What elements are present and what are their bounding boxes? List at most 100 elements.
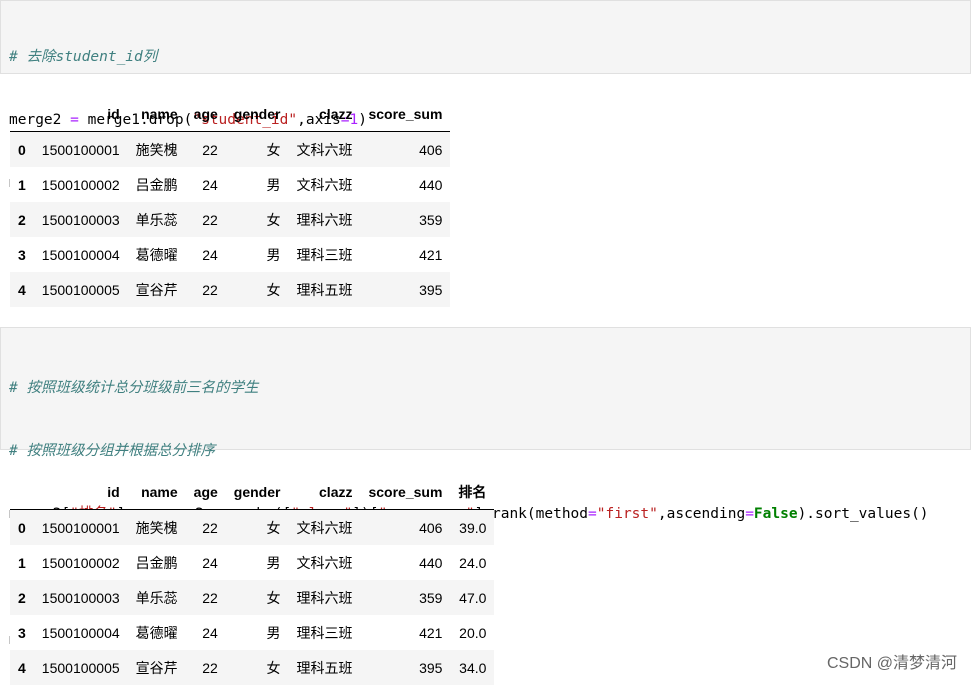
- table-cell: 葛德曜: [135, 624, 178, 641]
- table-row: 2 1500100003 单乐蕊 22 女理科六班 359: [10, 202, 451, 237]
- table-row: 0 1500100001 施笑槐 22 女文科六班 406 39.0: [10, 509, 495, 545]
- table-cell: 24: [202, 554, 218, 571]
- table-cell: 女: [266, 519, 281, 536]
- table-cell: 男: [266, 554, 281, 571]
- code-comment: # 按照班级统计总分班级前三名的学生: [9, 380, 259, 396]
- column-header: 排名: [450, 474, 495, 510]
- table-cell: 34.0: [459, 659, 487, 676]
- table-cell: 理科六班: [296, 211, 353, 228]
- table-cell: 男: [266, 624, 281, 641]
- table-cell: 39.0: [459, 519, 487, 536]
- table-cell: 20.0: [459, 624, 487, 641]
- table-cell: 文科六班: [296, 141, 353, 158]
- table-cell: 施笑槐: [135, 519, 178, 536]
- table-cell: 1500100003: [41, 211, 120, 228]
- table-cell: 单乐蕊: [135, 211, 178, 228]
- table-cell: 406: [419, 141, 443, 158]
- table-cell: 24: [202, 176, 218, 193]
- code-comment: # 去除student_id列: [9, 49, 158, 65]
- column-header: [10, 96, 34, 132]
- table-cell: 单乐蕊: [135, 589, 178, 606]
- table-cell: 葛德曜: [135, 246, 178, 263]
- code-operator: =: [745, 506, 754, 522]
- code-cell-2[interactable]: # 按照班级统计总分班级前三名的学生 # 按照班级分组并根据总分排序 merge…: [0, 327, 971, 648]
- table-cell: 22: [202, 281, 218, 298]
- row-index: 3: [18, 246, 26, 263]
- code-token: ,ascending: [657, 506, 746, 522]
- table-cell: 宣谷芹: [135, 659, 178, 676]
- table-row: 2 1500100003 单乐蕊 22 女理科六班 359 47.0: [10, 580, 495, 615]
- table-cell: 22: [202, 589, 218, 606]
- table-cell: 理科六班: [296, 589, 353, 606]
- code-token: ).sort_values(): [797, 506, 929, 522]
- table-cell: 24: [202, 246, 218, 263]
- table-row: 1 1500100002 吕金鹏 24 男文科六班 440: [10, 167, 451, 202]
- row-index: 0: [18, 519, 26, 536]
- column-header: age: [185, 474, 226, 510]
- table-cell: 吕金鹏: [135, 176, 178, 193]
- table-cell: 440: [419, 176, 443, 193]
- table-cell: 理科三班: [296, 246, 353, 263]
- table-cell: 理科五班: [296, 281, 353, 298]
- table-cell: 男: [266, 176, 281, 193]
- column-header: name: [127, 96, 186, 132]
- table-cell: 文科六班: [296, 519, 353, 536]
- table-header-row: id name age gender clazz score_sum 排名: [10, 474, 495, 510]
- table-cell: 女: [266, 659, 281, 676]
- table-cell: 47.0: [459, 589, 487, 606]
- table-cell: 22: [202, 141, 218, 158]
- table-cell: 1500100002: [41, 176, 120, 193]
- table-cell: 440: [419, 554, 443, 571]
- table-row: 4 1500100005 宣谷芹 22 女理科五班 395: [10, 272, 451, 307]
- column-header: score_sum: [360, 96, 451, 132]
- column-header: age: [185, 96, 226, 132]
- table-cell: 1500100004: [41, 624, 120, 641]
- code-line: # 按照班级统计总分班级前三名的学生: [9, 378, 970, 399]
- table-cell: 22: [202, 211, 218, 228]
- table-cell: 女: [266, 589, 281, 606]
- table-cell: 406: [419, 519, 443, 536]
- table-cell: 1500100004: [41, 246, 120, 263]
- dataframe-output-2: id name age gender clazz score_sum 排名 0 1500100…: [10, 474, 495, 685]
- table-cell: 女: [266, 281, 281, 298]
- column-header: clazz: [288, 474, 361, 510]
- table-row: 3 1500100004 葛德曜 24 男理科三班 421: [10, 237, 451, 272]
- code-keyword: False: [753, 506, 798, 522]
- column-header: id: [33, 96, 128, 132]
- column-header: name: [127, 474, 186, 510]
- table-cell: 文科六班: [296, 554, 353, 571]
- dataframe-output-1: id name age gender clazz score_sum 0 150010000…: [10, 96, 451, 307]
- table-cell: 395: [419, 281, 443, 298]
- code-string: "first": [596, 506, 658, 522]
- table-cell: 理科三班: [296, 624, 353, 641]
- code-operator: =: [588, 506, 597, 522]
- table-cell: 1500100002: [41, 554, 120, 571]
- row-index: 0: [18, 141, 26, 158]
- table-cell: 女: [266, 141, 281, 158]
- table-cell: 文科六班: [296, 176, 353, 193]
- table-cell: 22: [202, 519, 218, 536]
- row-index: 3: [18, 624, 26, 641]
- code-line: # 去除student_id列: [9, 47, 970, 68]
- column-header: gender: [225, 474, 289, 510]
- table-row: 0 1500100001 施笑槐 22 女文科六班 406: [10, 131, 451, 167]
- csdn-watermark: CSDN @清梦清河: [826, 655, 957, 672]
- column-header: [10, 474, 34, 510]
- table-cell: 1500100005: [41, 659, 120, 676]
- column-header: score_sum: [360, 474, 451, 510]
- row-index: 1: [18, 554, 26, 571]
- table-cell: 施笑槐: [135, 141, 178, 158]
- table-row: 3 1500100004 葛德曜 24 男理科三班 421 20.0: [10, 615, 495, 650]
- column-header: gender: [225, 96, 289, 132]
- row-index: 1: [18, 176, 26, 193]
- table-cell: 24.0: [459, 554, 487, 571]
- table-cell: 22: [202, 659, 218, 676]
- column-header: id: [33, 474, 128, 510]
- code-cell-1[interactable]: # 去除student_id列 merge2 = merge1.drop("st…: [0, 0, 971, 191]
- table-cell: 理科五班: [296, 659, 353, 676]
- table-cell: 1500100001: [41, 519, 120, 536]
- row-index: 4: [18, 281, 26, 298]
- table-cell: 吕金鹏: [135, 554, 178, 571]
- table-cell: 1500100001: [41, 141, 120, 158]
- table-cell: 24: [202, 624, 218, 641]
